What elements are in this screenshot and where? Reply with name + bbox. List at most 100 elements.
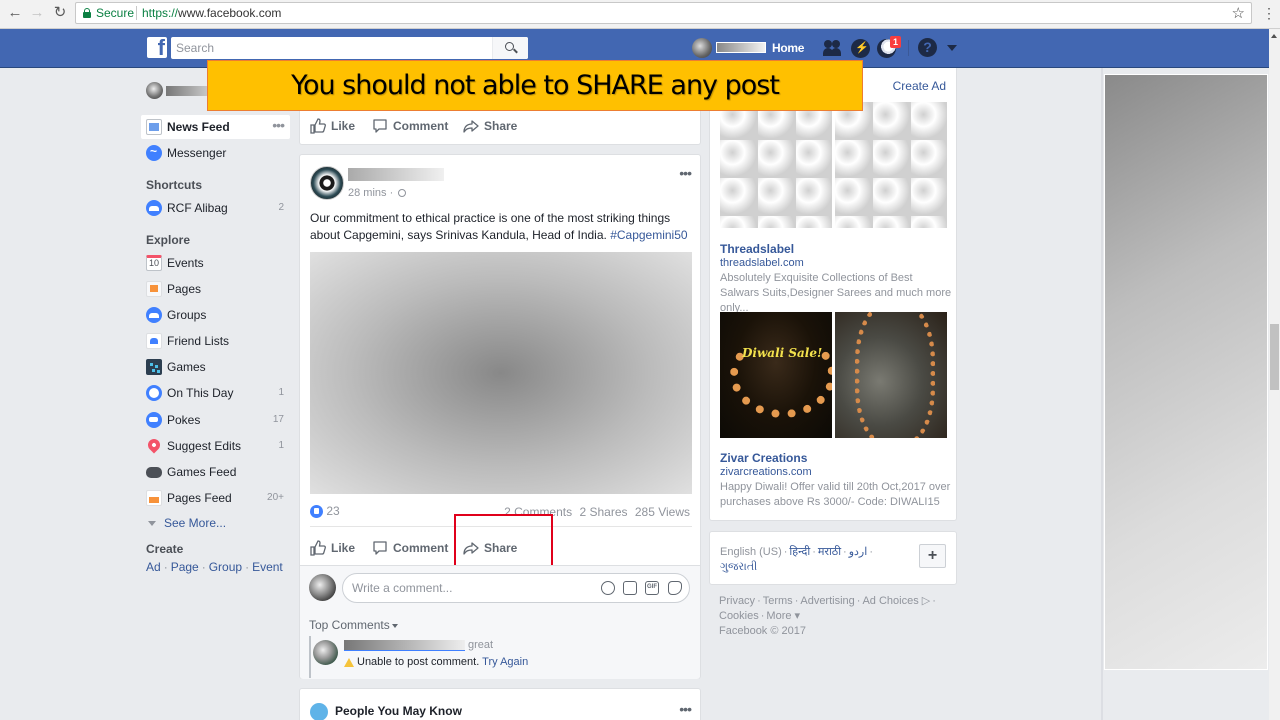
- avatar[interactable]: [146, 82, 163, 99]
- more-options-icon[interactable]: •••: [679, 701, 692, 717]
- ad-choices-link[interactable]: Ad Choices ▷: [862, 595, 930, 607]
- share-highlight-annotation: [454, 514, 553, 568]
- comment-button[interactable]: Comment: [372, 118, 448, 134]
- sidebar-item-games[interactable]: Games: [144, 355, 292, 379]
- profile-avatar[interactable]: [692, 38, 712, 58]
- cookies-link[interactable]: Cookies: [719, 610, 759, 622]
- create-group-link[interactable]: Group: [209, 560, 242, 574]
- create-event-link[interactable]: Event: [252, 560, 283, 574]
- address-bar[interactable]: Secure https://www.facebook.com ☆: [75, 2, 1252, 24]
- sidebar-item-label: Games: [167, 360, 206, 374]
- more-options-icon[interactable]: •••: [272, 117, 285, 133]
- explore-heading: Explore: [146, 233, 191, 247]
- group-icon: [146, 200, 162, 216]
- comment-input[interactable]: [352, 581, 592, 595]
- forward-arrow-icon[interactable]: →: [28, 4, 46, 22]
- create-page-link[interactable]: Page: [171, 560, 199, 574]
- more-link[interactable]: More ▾: [766, 610, 800, 622]
- search-button[interactable]: [492, 37, 528, 59]
- create-ad-link[interactable]: Create Ad: [893, 79, 946, 93]
- ad-image-bead-necklace[interactable]: [835, 312, 947, 438]
- sidebar-item-friend-lists[interactable]: Friend Lists: [144, 329, 292, 353]
- sidebar-item-pokes[interactable]: Pokes 17: [144, 408, 292, 432]
- sidebar-item-on-this-day[interactable]: On This Day 1: [144, 381, 292, 405]
- advertising-link[interactable]: Advertising: [800, 595, 854, 607]
- sidebar-item-groups[interactable]: Groups: [144, 303, 292, 327]
- hashtag-link[interactable]: #Capgemini50: [610, 228, 687, 242]
- ad-domain[interactable]: zivarcreations.com: [720, 466, 812, 478]
- like-button[interactable]: Like: [310, 118, 355, 134]
- top-comments-dropdown[interactable]: Top Comments: [309, 618, 398, 632]
- url-text[interactable]: https://www.facebook.com: [142, 6, 281, 20]
- language-link[interactable]: हिन्दी: [789, 546, 810, 558]
- sidebar-item-label: Messenger: [167, 146, 227, 160]
- ad-image-blurred[interactable]: [720, 102, 832, 228]
- language-link[interactable]: ગુજરાતી: [720, 561, 757, 573]
- see-more-link[interactable]: See More...: [148, 516, 226, 530]
- sidebar-item-games-feed[interactable]: Games Feed: [144, 460, 292, 484]
- ad-image-blurred[interactable]: [835, 102, 947, 228]
- languages-card: English (US) · हिन्दी · मराठी · اردو · ગુજરાતી +: [709, 531, 957, 585]
- home-link[interactable]: Home: [772, 41, 804, 55]
- sidebar-item-label: News Feed: [167, 120, 230, 134]
- post-options-icon[interactable]: •••: [679, 165, 692, 181]
- camera-icon[interactable]: [623, 581, 637, 595]
- address-separator: [136, 6, 137, 20]
- share-button[interactable]: Share: [463, 118, 517, 134]
- sticker-icon[interactable]: [668, 581, 682, 595]
- gif-icon[interactable]: GIF: [645, 581, 659, 595]
- scroll-up-arrow-icon[interactable]: [1271, 34, 1277, 38]
- privacy-link[interactable]: Privacy: [719, 595, 755, 607]
- messenger-icon[interactable]: ⚡: [851, 39, 870, 58]
- scrollbar-thumb[interactable]: [1270, 324, 1279, 390]
- sidebar-item-rcf-alibag[interactable]: RCF Alibag 2: [144, 196, 292, 220]
- terms-link[interactable]: Terms: [763, 595, 793, 607]
- sidebar-item-pages-feed[interactable]: Pages Feed 20+: [144, 486, 292, 510]
- profile-name-redacted[interactable]: [716, 42, 766, 53]
- facebook-logo-icon[interactable]: f: [147, 37, 167, 58]
- browser-menu-icon[interactable]: ⋮: [1262, 4, 1276, 22]
- comment-button[interactable]: Comment: [372, 540, 448, 556]
- reactions-summary[interactable]: 23: [310, 504, 340, 519]
- friend-requests-icon[interactable]: [822, 39, 842, 57]
- comment-bubble-icon: [373, 119, 387, 133]
- help-icon[interactable]: ?: [918, 38, 937, 57]
- language-link[interactable]: मराठी: [818, 546, 841, 558]
- ad-title[interactable]: Threadslabel: [720, 242, 794, 256]
- try-again-link[interactable]: Try Again: [482, 656, 528, 668]
- account-caret-icon[interactable]: [947, 45, 957, 51]
- ad-description: Absolutely Exquisite Collections of Best…: [720, 272, 952, 314]
- back-arrow-icon[interactable]: ←: [6, 4, 24, 22]
- sidebar-item-news-feed[interactable]: News Feed •••: [141, 115, 290, 139]
- post-author-avatar[interactable]: [310, 166, 344, 200]
- post-image-blurred[interactable]: [310, 252, 692, 494]
- ad-domain[interactable]: threadslabel.com: [720, 257, 804, 269]
- create-links: Ad · Page · Group · Event: [146, 560, 283, 574]
- search-input[interactable]: [171, 37, 491, 59]
- avatar[interactable]: [313, 640, 338, 665]
- emoji-icon[interactable]: [601, 581, 615, 595]
- avatar[interactable]: [309, 574, 336, 601]
- reload-icon[interactable]: ↻: [51, 4, 69, 22]
- comments-section: GIF Top Comments great Unable to post co…: [300, 565, 700, 679]
- add-language-button[interactable]: +: [919, 544, 946, 568]
- chevron-down-icon: [391, 623, 398, 628]
- commenter-name-redacted[interactable]: [344, 640, 465, 651]
- sidebar-item-messenger[interactable]: Messenger: [144, 141, 292, 165]
- shares-count-link[interactable]: 2 Shares: [579, 505, 627, 519]
- create-ad-link[interactable]: Ad: [146, 560, 161, 574]
- sidebar-item-events[interactable]: 10 Events: [144, 251, 292, 275]
- sidebar-item-pages[interactable]: Pages: [144, 277, 292, 301]
- post-timestamp[interactable]: 28 mins ·: [348, 187, 407, 199]
- ad-image-diwali-necklace[interactable]: Diwali Sale!: [720, 312, 832, 438]
- people-icon: [310, 703, 328, 720]
- like-button[interactable]: Like: [310, 540, 355, 556]
- post-author-name-redacted[interactable]: [348, 168, 444, 181]
- language-link[interactable]: اردو: [849, 546, 868, 558]
- profile-name-redacted[interactable]: [166, 86, 210, 96]
- ad-title[interactable]: Zivar Creations: [720, 451, 807, 465]
- pages-feed-icon: [146, 490, 162, 506]
- sidebar-item-suggest-edits[interactable]: Suggest Edits 1: [144, 434, 292, 458]
- bookmark-star-icon[interactable]: ☆: [1232, 4, 1245, 22]
- page-scrollbar[interactable]: [1269, 29, 1280, 720]
